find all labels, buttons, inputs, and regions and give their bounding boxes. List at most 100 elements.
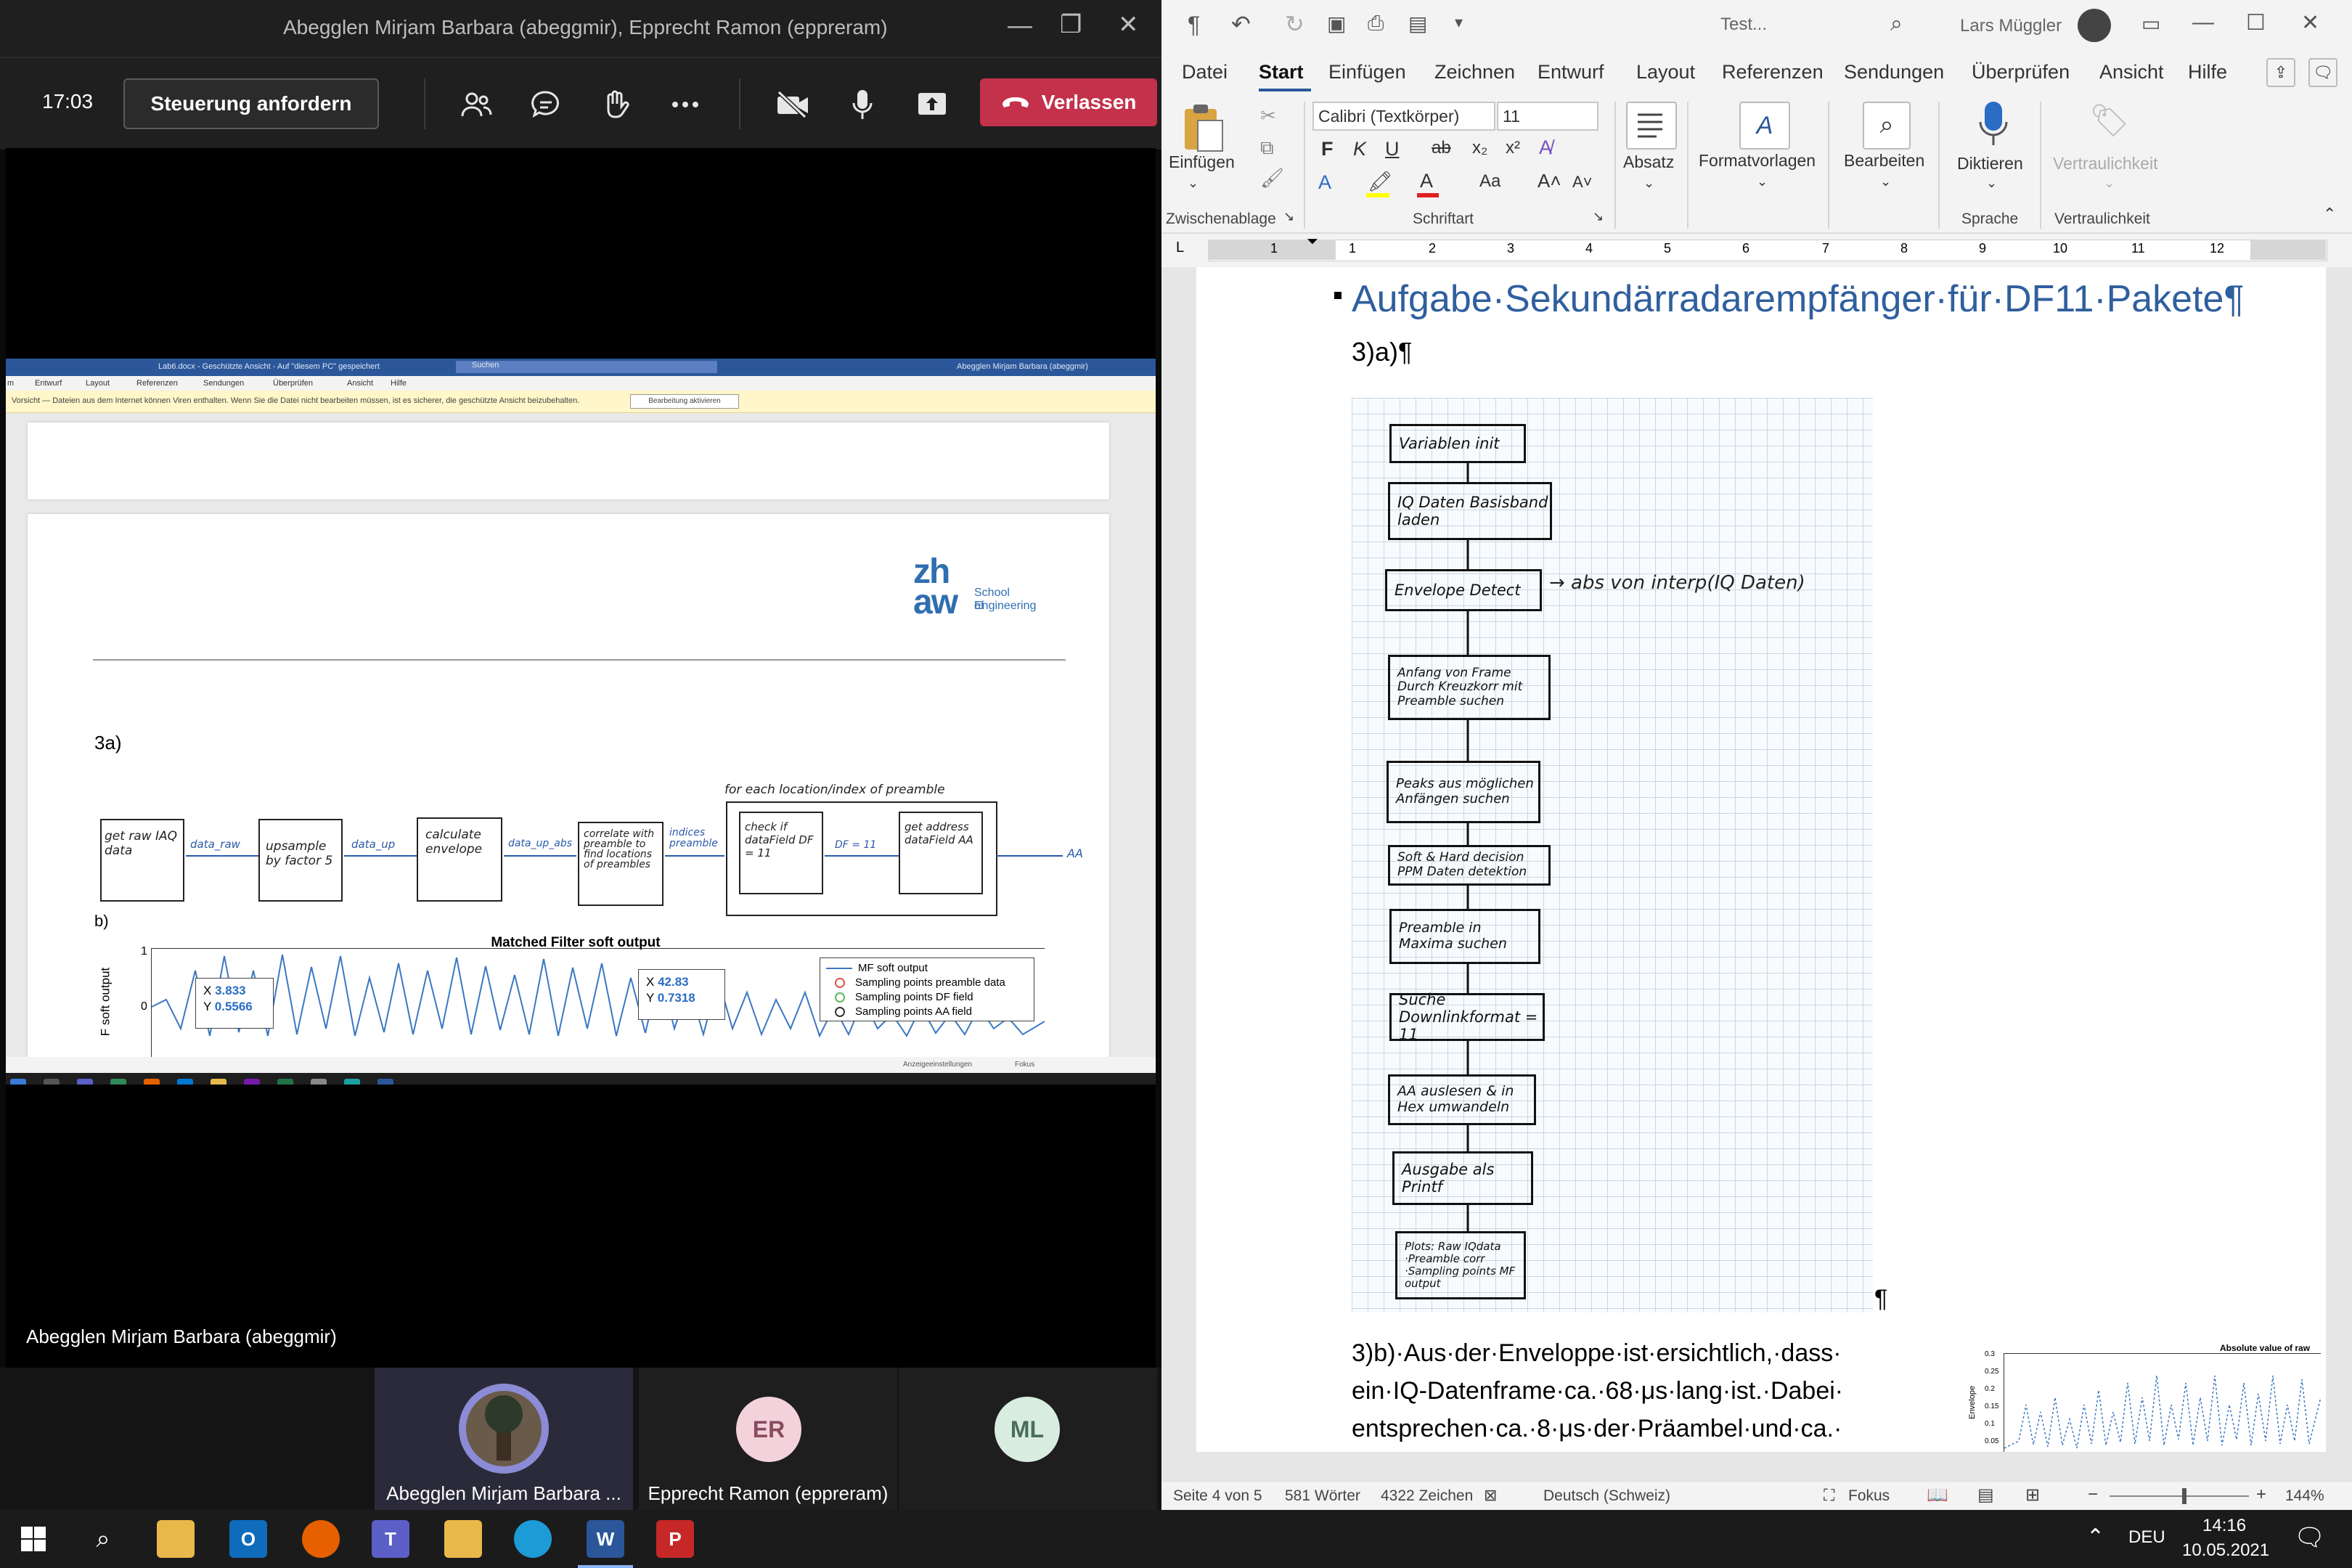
- tab-einfuegen[interactable]: Einfügen: [1328, 61, 1406, 83]
- tab-sendungen[interactable]: Sendungen: [1844, 61, 1944, 83]
- find-icon[interactable]: ⌕: [1863, 102, 1911, 150]
- leave-call-button[interactable]: Verlassen: [980, 78, 1157, 126]
- camera-off-icon[interactable]: [772, 84, 813, 125]
- input-language[interactable]: DEU: [2128, 1527, 2165, 1548]
- cut-icon[interactable]: ✂: [1260, 105, 1276, 127]
- page-count[interactable]: Seite 4 von 5: [1173, 1487, 1262, 1505]
- search-icon[interactable]: ⌕: [1890, 12, 1903, 36]
- copy-icon[interactable]: ⧉: [1260, 136, 1274, 160]
- focus-mode[interactable]: Fokus: [1848, 1487, 1890, 1505]
- styles-button[interactable]: Formatvorlagen: [1699, 151, 1816, 171]
- tab-start[interactable]: Start: [1259, 61, 1304, 83]
- minimize-icon[interactable]: —: [2192, 10, 2214, 35]
- font-color-icon[interactable]: A: [1420, 170, 1433, 192]
- tab-hilfe[interactable]: Hilfe: [2188, 61, 2227, 83]
- print-preview-icon[interactable]: ⎙: [1368, 12, 1384, 36]
- dialog-launcher-icon[interactable]: ↘: [1593, 209, 1604, 224]
- tab-ansicht[interactable]: Ansicht: [2099, 61, 2164, 83]
- zoom-slider[interactable]: [2110, 1495, 2249, 1497]
- formatting-marks-icon[interactable]: ¶: [1188, 12, 1200, 38]
- file-explorer-icon[interactable]: [157, 1520, 195, 1558]
- account-avatar[interactable]: [2078, 9, 2111, 42]
- notifications-icon[interactable]: 🗨: [2294, 1523, 2325, 1552]
- comments-icon[interactable]: 🗨: [2308, 58, 2337, 87]
- tab-layout[interactable]: Layout: [1636, 61, 1695, 83]
- start-icon[interactable]: [15, 1520, 52, 1558]
- share-screen-icon[interactable]: [912, 84, 952, 125]
- pdf-reader-icon[interactable]: P: [656, 1520, 694, 1558]
- grow-font-icon[interactable]: A˄: [1538, 170, 1561, 192]
- zoom-slider-thumb[interactable]: [2182, 1488, 2186, 1504]
- microphone-icon[interactable]: [842, 84, 883, 125]
- editing-button[interactable]: Bearbeiten: [1844, 151, 1924, 171]
- dictate-button[interactable]: Diktieren: [1957, 154, 2023, 173]
- strikethrough-button[interactable]: ab: [1432, 138, 1451, 158]
- tab-entwurf[interactable]: Entwurf: [1538, 61, 1604, 83]
- font-name-combo[interactable]: Calibri (Textkörper): [1312, 102, 1495, 131]
- request-control-button[interactable]: Steuerung anfordern: [123, 78, 379, 129]
- focus-icon[interactable]: ⛶: [1824, 1486, 1834, 1505]
- close-icon[interactable]: ✕: [2301, 10, 2319, 36]
- chat-icon[interactable]: [526, 84, 566, 125]
- ribbon-display-icon[interactable]: ▭: [2141, 12, 2160, 36]
- bold-button[interactable]: F: [1321, 138, 1334, 160]
- chevron-down-icon[interactable]: ⌄: [1880, 174, 1891, 189]
- account-name[interactable]: Lars Müggler: [1960, 16, 2062, 36]
- firefox-icon[interactable]: [302, 1520, 340, 1558]
- web-layout-icon[interactable]: ⊞: [2025, 1485, 2040, 1506]
- dialog-launcher-icon[interactable]: ↘: [1283, 209, 1294, 224]
- edge-icon[interactable]: [514, 1520, 552, 1558]
- subscript-button[interactable]: x₂: [1472, 138, 1487, 158]
- superscript-button[interactable]: x²: [1506, 138, 1520, 158]
- document-page[interactable]: Aufgabe·Sekundärradarempfänger·für·DF11·…: [1196, 267, 2326, 1452]
- redo-icon[interactable]: ↻: [1285, 10, 1304, 38]
- participants-icon[interactable]: [456, 84, 497, 125]
- participant-tile[interactable]: ER Epprecht Ramon (eppreram): [639, 1368, 897, 1510]
- screenshot-icon[interactable]: ▤: [1408, 12, 1427, 36]
- paste-button[interactable]: Einfügen: [1169, 152, 1235, 172]
- undo-icon[interactable]: ↶: [1231, 10, 1251, 38]
- chevron-down-icon[interactable]: ⌄: [1643, 176, 1654, 191]
- underline-button[interactable]: U: [1385, 138, 1400, 160]
- chevron-down-icon[interactable]: ⌄: [1986, 176, 1997, 191]
- highlight-icon[interactable]: 🖍: [1368, 170, 1392, 193]
- tab-selector-icon[interactable]: L: [1176, 240, 1184, 256]
- format-painter-icon[interactable]: 🖌: [1260, 167, 1284, 189]
- participant-tile[interactable]: ML: [899, 1368, 1157, 1510]
- zoom-level[interactable]: 144%: [2285, 1487, 2324, 1505]
- paragraph-icon[interactable]: [1626, 102, 1677, 150]
- proofing-icon[interactable]: ⊠: [1484, 1486, 1497, 1505]
- more-options-icon[interactable]: [665, 84, 706, 125]
- read-mode-icon[interactable]: 📖: [1927, 1485, 1948, 1506]
- restore-icon[interactable]: ❐: [1060, 10, 1082, 39]
- tab-referenzen[interactable]: Referenzen: [1722, 61, 1824, 83]
- collapse-ribbon-icon[interactable]: ⌃: [2323, 205, 2336, 224]
- char-count[interactable]: 4322 Zeichen: [1381, 1487, 1473, 1505]
- folder-icon[interactable]: [444, 1520, 482, 1558]
- text-effects-icon[interactable]: A: [1318, 171, 1331, 194]
- italic-button[interactable]: K: [1353, 138, 1366, 160]
- minimize-icon[interactable]: —: [1008, 12, 1032, 40]
- print-layout-icon[interactable]: ▤: [1977, 1485, 1994, 1506]
- customize-qat-icon[interactable]: ▾: [1455, 13, 1463, 32]
- dictate-microphone-icon[interactable]: [1976, 100, 2011, 152]
- participant-tile[interactable]: Abegglen Mirjam Barbara ...: [375, 1368, 633, 1510]
- tab-zeichnen[interactable]: Zeichnen: [1434, 61, 1515, 83]
- clock-time[interactable]: 14:16: [2202, 1516, 2246, 1536]
- search-icon[interactable]: ⌕: [84, 1520, 122, 1558]
- teams-icon[interactable]: T: [372, 1520, 409, 1558]
- zoom-out-icon[interactable]: −: [2088, 1485, 2098, 1505]
- change-case-button[interactable]: Aa: [1479, 171, 1500, 192]
- font-size-combo[interactable]: 11: [1497, 102, 1598, 131]
- shrink-font-icon[interactable]: A˅: [1572, 173, 1593, 192]
- language[interactable]: Deutsch (Schweiz): [1543, 1487, 1670, 1505]
- save-icon[interactable]: ▣: [1327, 12, 1346, 36]
- raise-hand-icon[interactable]: [595, 84, 636, 125]
- clear-formatting-icon[interactable]: A̸: [1539, 136, 1552, 159]
- word-count[interactable]: 581 Wörter: [1285, 1487, 1360, 1505]
- chevron-down-icon[interactable]: ⌄: [1757, 174, 1768, 189]
- chevron-down-icon[interactable]: ⌄: [1188, 176, 1199, 191]
- clock-date[interactable]: 10.05.2021: [2182, 1540, 2269, 1561]
- tab-ueberpruefen[interactable]: Überprüfen: [1972, 61, 2070, 83]
- indent-marker-icon[interactable]: ⏷: [1307, 234, 1318, 250]
